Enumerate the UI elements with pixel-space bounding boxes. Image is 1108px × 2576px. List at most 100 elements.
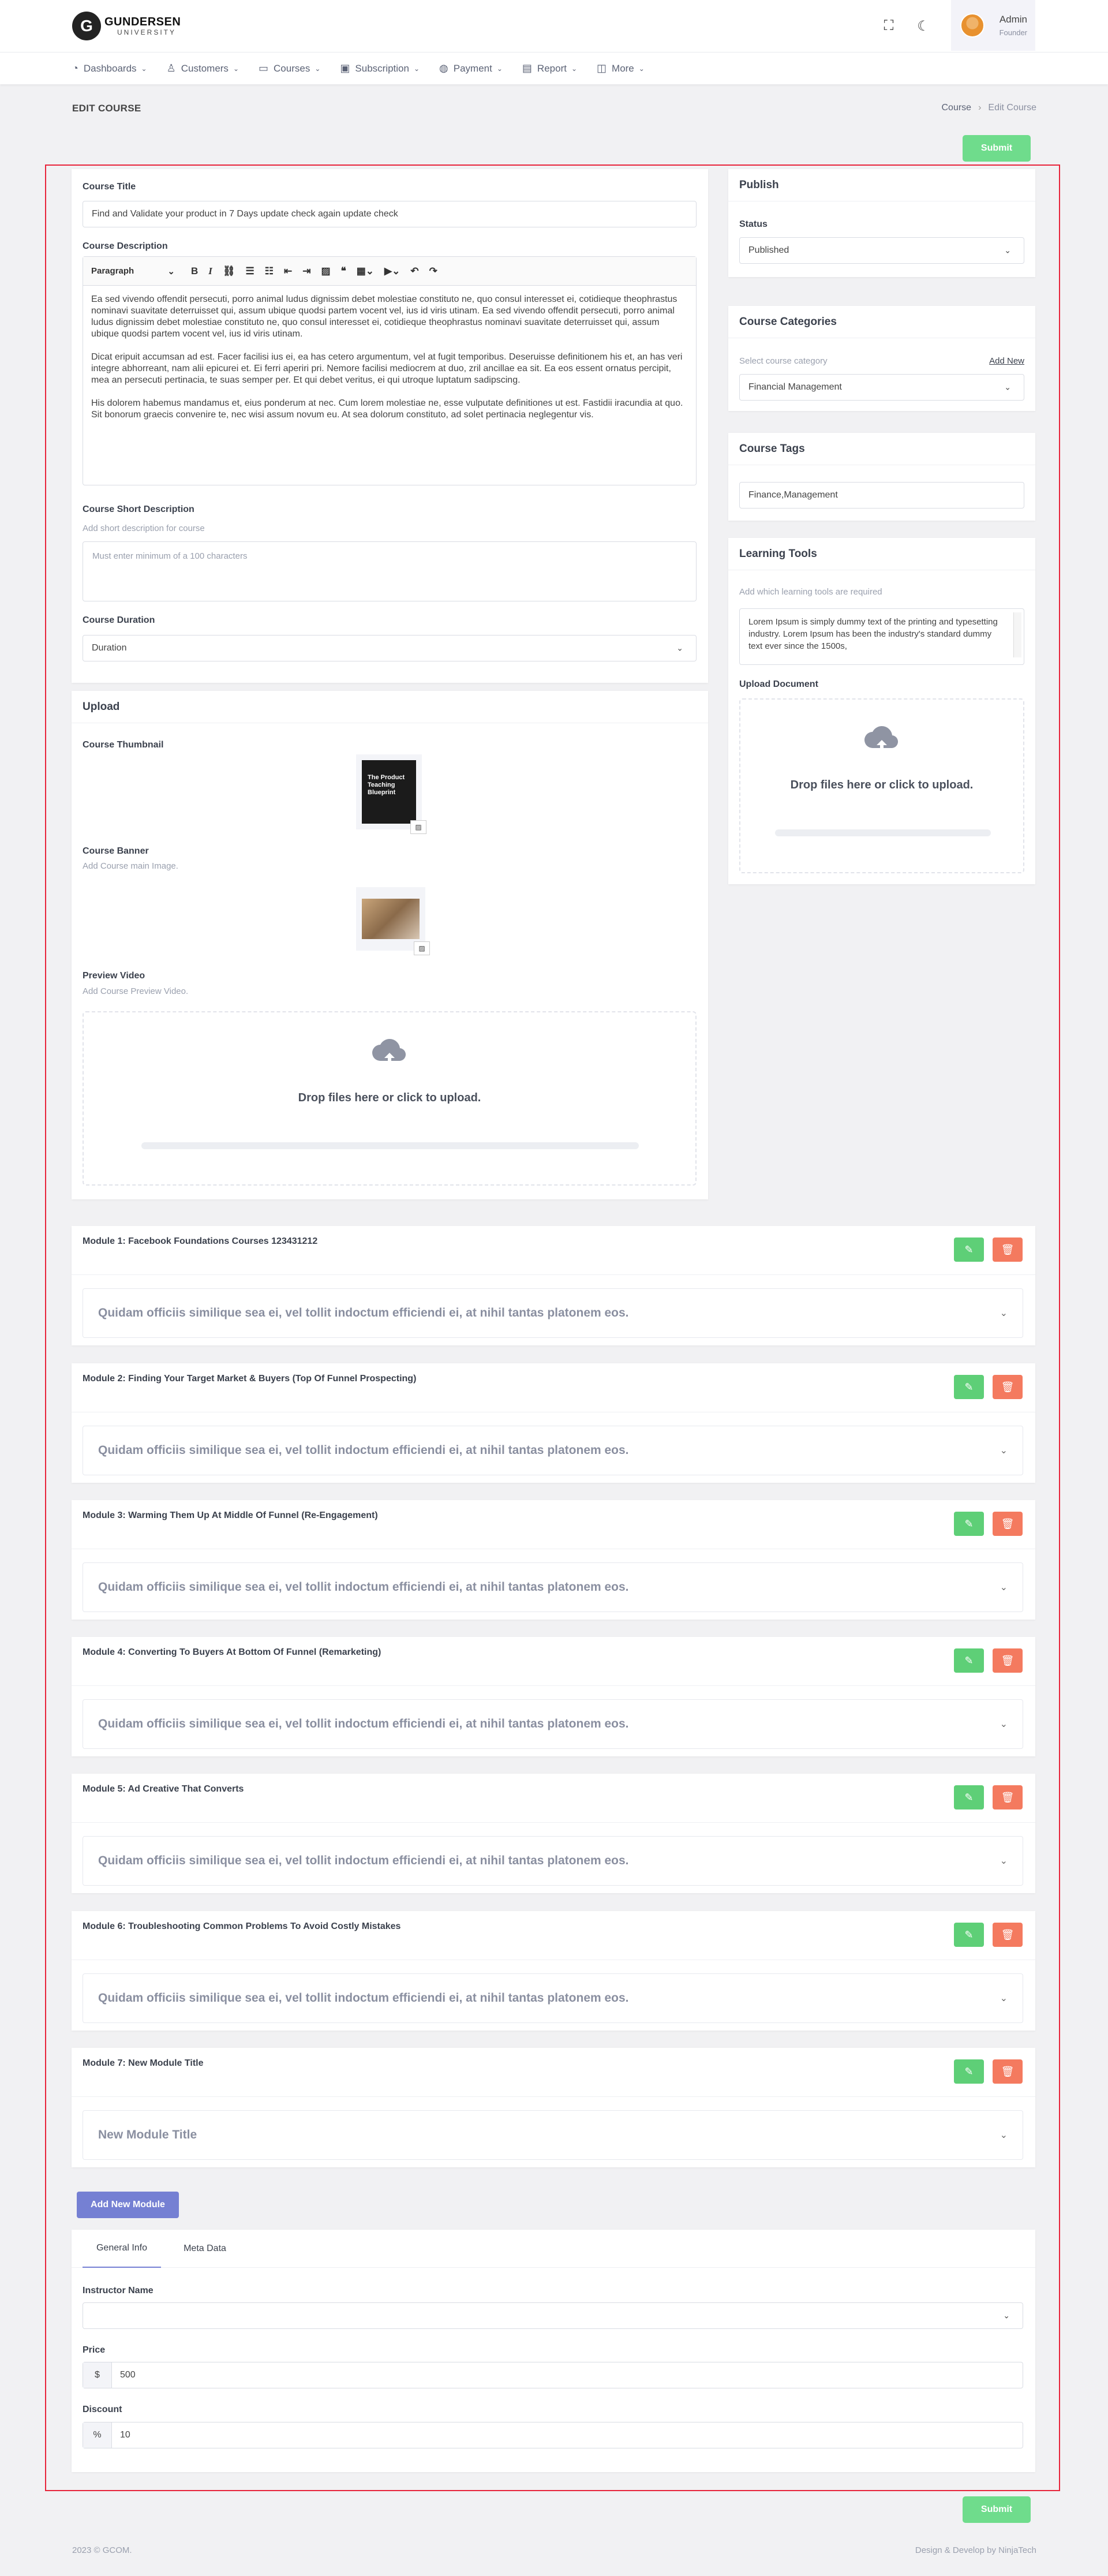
edit-module-button[interactable]: ✎ <box>954 1512 984 1536</box>
nav-label: Dashboards <box>83 62 137 74</box>
user-icon: ♙ <box>166 62 176 74</box>
upload-document-label: Upload Document <box>739 679 818 689</box>
footer-copyright: 2023 © GCOM. <box>72 2545 132 2555</box>
editor-body[interactable]: Ea sed vivendo offendit persecuti, porro… <box>83 286 696 440</box>
nav-dashboards[interactable]: ◔ Dashboards ⌄ <box>72 62 147 74</box>
edit-module-button[interactable]: ✎ <box>954 2059 984 2084</box>
cloud-upload-icon <box>371 1035 408 1071</box>
module-accordion[interactable]: Quidam officiis similique sea ei, vel to… <box>83 1562 1023 1612</box>
module-title: Module 4: Converting To Buyers At Bottom… <box>83 1647 381 1657</box>
chevron-down-icon: ⌄ <box>638 64 645 73</box>
category-select[interactable]: Financial Management ⌄ <box>739 374 1024 401</box>
categories-card: Course Categories Select course category… <box>728 306 1035 411</box>
media-icon[interactable]: ▶⌄ <box>384 266 400 277</box>
scrollbar[interactable] <box>1013 612 1021 657</box>
nav-label: Courses <box>274 62 310 74</box>
breadcrumb-course[interactable]: Course <box>942 103 972 113</box>
banner-preview[interactable]: ▨ <box>356 887 430 955</box>
image-icon[interactable]: ▨ <box>410 820 426 834</box>
upload-card: Upload Course Thumbnail The Product Teac… <box>72 691 708 1199</box>
avatar <box>960 13 985 38</box>
module-accordion[interactable]: New Module Title ⌄ <box>83 2110 1023 2160</box>
submit-button-bottom[interactable]: Submit <box>963 2496 1031 2523</box>
user-menu[interactable]: Admin Founder <box>951 0 1035 51</box>
dropzone-text: Drop files here or click to upload. <box>298 1091 481 1104</box>
edit-module-button[interactable]: ✎ <box>954 1237 984 1262</box>
tab-meta-data[interactable]: Meta Data <box>170 2230 239 2268</box>
outdent-icon[interactable]: ⇤ <box>284 266 292 277</box>
tags-input[interactable]: Finance,Management <box>739 482 1024 509</box>
fullscreen-icon[interactable]: ⛶ <box>878 16 899 36</box>
module-accordion[interactable]: Quidam officiis similique sea ei, vel to… <box>83 1973 1023 2023</box>
delete-module-button[interactable]: 🗑 <box>993 1648 1023 1673</box>
price-input[interactable]: $ 500 <box>83 2362 1023 2388</box>
video-dropzone[interactable]: Drop files here or click to upload. <box>83 1011 697 1186</box>
edit-module-button[interactable]: ✎ <box>954 1923 984 1947</box>
delete-module-button[interactable]: 🗑 <box>993 2059 1023 2084</box>
italic-icon[interactable]: I <box>208 266 212 277</box>
link-icon[interactable]: ⛓ <box>223 266 235 277</box>
nav-payment[interactable]: ◍ Payment ⌄ <box>439 62 503 74</box>
module-accordion[interactable]: Quidam officiis similique sea ei, vel to… <box>83 1288 1023 1338</box>
edit-module-button[interactable]: ✎ <box>954 1375 984 1399</box>
learning-tools-input[interactable]: Lorem Ipsum is simply dummy text of the … <box>739 608 1024 665</box>
nav-subscription[interactable]: ▣ Subscription ⌄ <box>340 62 420 74</box>
delete-module-button[interactable]: 🗑 <box>993 1512 1023 1536</box>
chevron-right-icon: › <box>978 103 982 113</box>
submit-button-top[interactable]: Submit <box>963 135 1031 162</box>
description-paragraph: His dolorem habemus mandamus et, eius po… <box>91 398 683 420</box>
chevron-down-icon: ⌄ <box>1000 1994 1008 2003</box>
course-title-input[interactable]: Find and Validate your product in 7 Days… <box>83 201 697 227</box>
publish-card: Publish Status Published ⌄ <box>728 169 1035 277</box>
edit-module-button[interactable]: ✎ <box>954 1648 984 1673</box>
laptop-icon: ▭ <box>259 62 269 74</box>
module-accordion[interactable]: Quidam officiis similique sea ei, vel to… <box>83 1836 1023 1886</box>
chevron-down-icon: ⌄ <box>571 64 578 73</box>
logo-mark: G <box>72 12 101 40</box>
nav-more[interactable]: ◫ More ⌄ <box>597 62 645 74</box>
logo[interactable]: G GUNDERSEN UNIVERSITY <box>72 9 181 43</box>
add-new-category-link[interactable]: Add New <box>989 356 1024 366</box>
delete-module-button[interactable]: 🗑 <box>993 1237 1023 1262</box>
indent-icon[interactable]: ⇥ <box>302 266 310 277</box>
paragraph-select[interactable]: Paragraph ⌄ <box>91 266 181 276</box>
chevron-down-icon: ⌄ <box>315 64 321 73</box>
module-card: Module 1: Facebook Foundations Courses 1… <box>72 1226 1035 1345</box>
add-new-module-button[interactable]: Add New Module <box>77 2192 179 2218</box>
document-dropzone[interactable]: Drop files here or click to upload. <box>739 698 1024 873</box>
nav-customers[interactable]: ♙ Customers ⌄ <box>167 62 239 74</box>
delete-module-button[interactable]: 🗑 <box>993 1375 1023 1399</box>
upload-progress-bar <box>775 829 991 836</box>
moon-icon[interactable]: ☾ <box>913 16 934 36</box>
nav-courses[interactable]: ▭ Courses ⌄ <box>259 62 320 74</box>
module-body: New Module Title <box>98 2128 197 2141</box>
delete-module-button[interactable]: 🗑 <box>993 1785 1023 1809</box>
image-icon[interactable]: ▨ <box>321 266 331 277</box>
delete-module-button[interactable]: 🗑 <box>993 1923 1023 1947</box>
thumbnail-preview[interactable]: The Product Teaching Blueprint ▨ <box>356 754 426 834</box>
instructor-select[interactable]: ⌄ <box>83 2302 1023 2329</box>
chevron-down-icon: ⌄ <box>676 643 683 653</box>
discount-input[interactable]: % 10 <box>83 2422 1023 2448</box>
numbered-list-icon[interactable]: ☷ <box>265 266 274 277</box>
trash-icon: 🗑 <box>1001 1654 1015 1666</box>
user-name: Admin <box>999 14 1027 25</box>
bullet-list-icon[interactable]: ☰ <box>246 266 254 277</box>
short-description-input[interactable]: Must enter minimum of a 100 characters <box>83 541 697 601</box>
divider <box>72 1685 1035 1686</box>
module-accordion[interactable]: Quidam officiis similique sea ei, vel to… <box>83 1426 1023 1475</box>
edit-module-button[interactable]: ✎ <box>954 1785 984 1809</box>
undo-icon[interactable]: ↶ <box>410 266 418 277</box>
chevron-down-icon: ⌄ <box>1000 1308 1008 1318</box>
module-accordion[interactable]: Quidam officiis similique sea ei, vel to… <box>83 1699 1023 1749</box>
table-icon[interactable]: ▦⌄ <box>357 266 374 277</box>
quote-icon[interactable]: ❝ <box>341 266 346 277</box>
nav-report[interactable]: ▤ Report ⌄ <box>522 62 577 74</box>
preview-video-label: Preview Video <box>83 971 145 981</box>
course-duration-select[interactable]: Duration ⌄ <box>83 635 697 661</box>
status-select[interactable]: Published ⌄ <box>739 237 1024 264</box>
tab-general-info[interactable]: General Info <box>83 2230 161 2268</box>
image-icon[interactable]: ▨ <box>414 941 430 955</box>
bold-icon[interactable]: B <box>191 266 198 277</box>
redo-icon[interactable]: ↷ <box>429 266 437 277</box>
